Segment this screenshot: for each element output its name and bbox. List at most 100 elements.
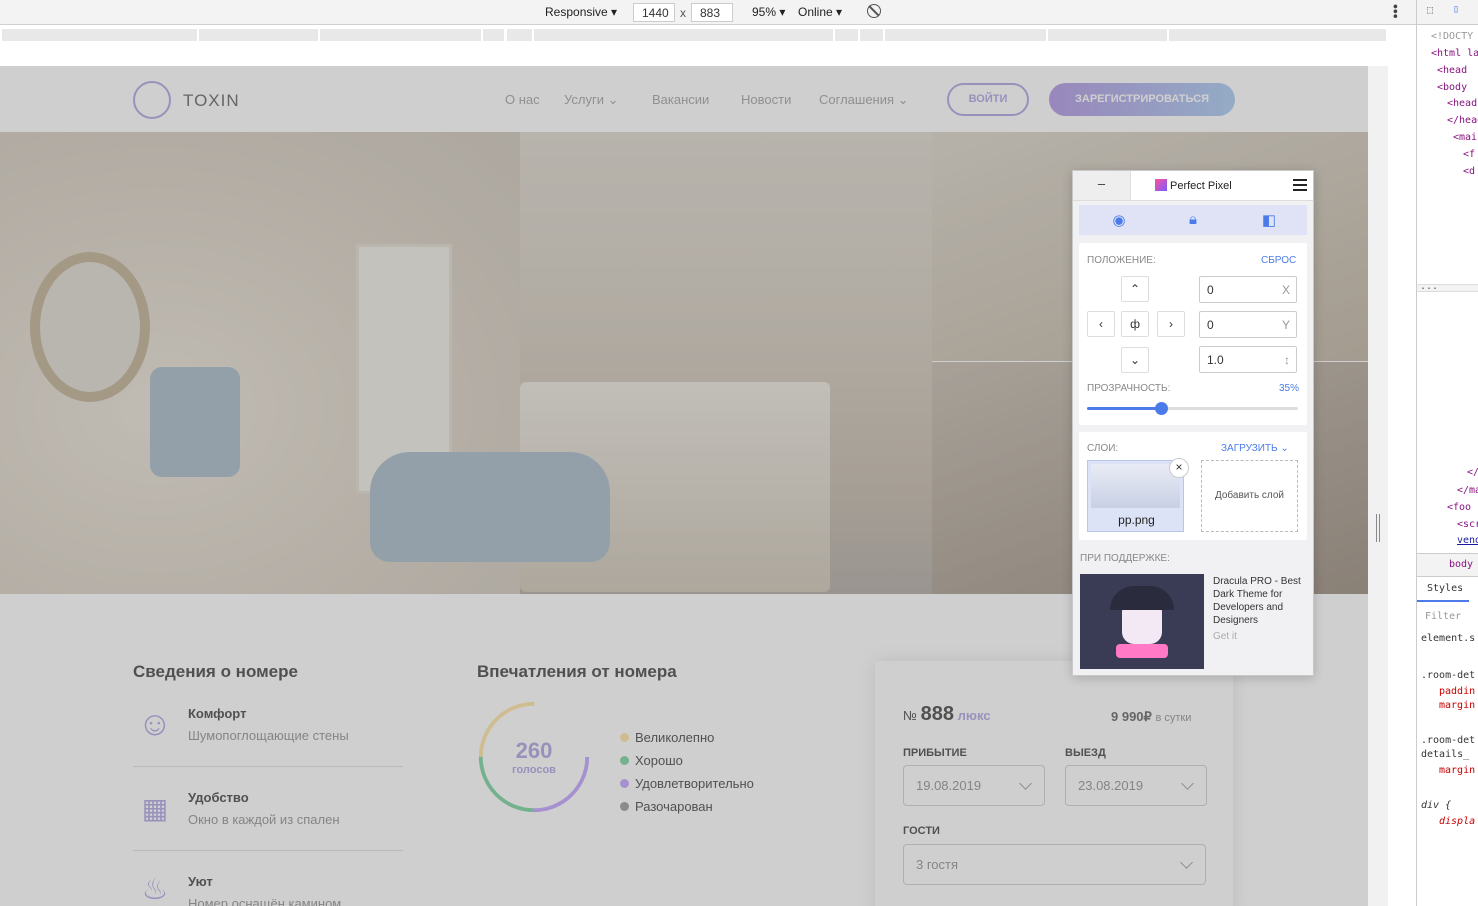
nav-services[interactable]: Услуги ⌄ <box>564 92 619 108</box>
dom-line[interactable]: </ma <box>1457 485 1478 496</box>
style-rule[interactable]: details_ <box>1421 749 1469 760</box>
inspect-icon[interactable]: ⬚ <box>1427 5 1433 16</box>
page-scrollbar[interactable] <box>1368 66 1388 906</box>
dom-line[interactable]: <scr <box>1457 519 1478 530</box>
dom-line[interactable]: <d <box>1463 166 1475 177</box>
invert-icon[interactable]: ◧ <box>1259 211 1279 229</box>
hamburger-menu-icon[interactable] <box>1293 179 1307 191</box>
layer-item[interactable]: × pp.png <box>1087 458 1189 532</box>
divider <box>133 850 403 851</box>
pp-minimize-button[interactable]: – <box>1073 171 1131 200</box>
ad-text[interactable]: Dracula PRO - Best Dark Theme for Develo… <box>1213 575 1305 627</box>
dom-line[interactable]: <body <box>1437 82 1467 93</box>
scale-input[interactable]: 1.0 ↕ <box>1199 346 1297 373</box>
dimension-separator: x <box>680 6 686 20</box>
move-right-button[interactable]: › <box>1157 311 1185 337</box>
dom-line[interactable]: <f <box>1463 149 1475 160</box>
media-query-bar <box>0 26 1416 44</box>
nav-services-label: Услуги <box>564 92 604 107</box>
dracula-ad-image[interactable] <box>1080 574 1204 669</box>
styles-filter-input[interactable]: Filter <box>1425 611 1461 622</box>
dom-line[interactable]: <head <box>1437 65 1467 76</box>
tab-styles[interactable]: Styles <box>1417 578 1469 602</box>
media-query-segment[interactable] <box>835 29 859 41</box>
style-prop[interactable]: margin <box>1439 765 1475 776</box>
height-input[interactable]: 883 <box>691 3 733 22</box>
style-rule[interactable]: element.s <box>1421 633 1475 644</box>
center-button[interactable]: ф <box>1121 311 1149 337</box>
dom-line[interactable]: <!DOCTY <box>1431 31 1473 42</box>
media-query-segment[interactable] <box>199 29 319 41</box>
guests-field[interactable]: 3 гостя <box>903 844 1206 885</box>
nav-agreements[interactable]: Соглашения ⌄ <box>819 92 909 108</box>
media-query-segment[interactable] <box>885 29 1047 41</box>
add-layer-button[interactable]: Добавить слой <box>1201 460 1298 532</box>
dom-line[interactable]: <head <box>1447 98 1477 109</box>
chevron-left-icon: ‹ <box>1099 317 1103 331</box>
style-rule[interactable]: div { <box>1421 800 1451 811</box>
dom-link[interactable]: vend <box>1457 535 1478 546</box>
media-query-segment[interactable] <box>320 29 482 41</box>
y-input[interactable]: 0Y <box>1199 311 1297 338</box>
style-rule[interactable]: .room-det <box>1421 735 1475 746</box>
nav-vacancies[interactable]: Вакансии <box>652 92 709 107</box>
chevron-down-icon: ⌄ <box>1129 353 1141 367</box>
nav-news[interactable]: Новости <box>741 92 791 107</box>
zoom-select[interactable]: 95% ▾ <box>752 5 785 19</box>
ad-link[interactable]: Get it <box>1213 631 1237 642</box>
throttle-select[interactable]: Online ▾ <box>798 5 842 19</box>
rotate-icon[interactable] <box>867 4 881 18</box>
move-down-button[interactable]: ⌄ <box>1121 347 1149 373</box>
legend-dot <box>620 733 629 742</box>
spinner-icon[interactable]: ↕ <box>1284 353 1290 367</box>
eye-icon[interactable]: ◉ <box>1109 211 1129 229</box>
device-select[interactable]: Responsive ▾ <box>545 5 617 19</box>
dom-line[interactable]: <html la <box>1431 48 1478 59</box>
lock-icon[interactable]: 🔒︎ <box>1183 211 1203 228</box>
more-options-icon[interactable]: ••• <box>1388 4 1404 19</box>
register-button[interactable]: ЗАРЕГИСТРИРОВАТЬСЯ <box>1049 83 1235 116</box>
dom-line[interactable]: <mai <box>1453 132 1477 143</box>
legend-label: Хорошо <box>635 753 683 768</box>
opacity-slider-knob[interactable] <box>1154 402 1168 415</box>
dom-line[interactable]: </ <box>1467 467 1478 478</box>
style-prop[interactable]: paddin <box>1439 686 1475 697</box>
opacity-label: ПРОЗРАЧНОСТЬ: <box>1087 383 1171 394</box>
device-toolbar-icon[interactable]: ▯ <box>1453 4 1459 15</box>
style-rule[interactable]: .room-det <box>1421 670 1475 681</box>
logo-icon[interactable] <box>133 81 171 119</box>
login-button[interactable]: ВОЙТИ <box>947 83 1029 116</box>
media-query-segment[interactable] <box>2 29 198 41</box>
viewport-resize-handle[interactable] <box>1376 514 1380 542</box>
breadcrumb[interactable]: body <box>1417 553 1478 577</box>
devtools-device-toolbar: Responsive ▾ 1440 x 883 95% ▾ Online ▾ •… <box>0 0 1416 25</box>
nav-about[interactable]: О нас <box>505 92 540 107</box>
media-query-segment[interactable] <box>1169 29 1387 41</box>
width-input[interactable]: 1440 <box>633 3 675 22</box>
logo-text[interactable]: TOXIN <box>183 91 240 111</box>
x-input[interactable]: 0X <box>1199 276 1297 303</box>
opacity-slider[interactable] <box>1087 402 1298 415</box>
departure-field[interactable]: 23.08.2019 <box>1065 765 1207 806</box>
move-left-button[interactable]: ‹ <box>1087 311 1115 337</box>
style-prop[interactable]: margin <box>1439 700 1475 711</box>
media-query-segment[interactable] <box>534 29 834 41</box>
close-icon[interactable]: × <box>1169 458 1189 478</box>
pane-separator[interactable]: ... <box>1417 281 1478 292</box>
vampire-hair-icon <box>1110 586 1174 610</box>
media-query-segment[interactable] <box>860 29 884 41</box>
upload-button[interactable]: ЗАГРУЗИТЬ ⌄ <box>1221 443 1289 454</box>
arrival-field[interactable]: 19.08.2019 <box>903 765 1045 806</box>
media-query-segment[interactable] <box>507 29 533 41</box>
media-query-segment[interactable] <box>483 29 505 41</box>
devtools-elements-pane: ⬚ ▯ <!DOCTY <html la <head <body <head <… <box>1416 0 1478 906</box>
dom-line[interactable]: <foo <box>1447 502 1471 513</box>
reset-button[interactable]: СБРОС <box>1261 255 1296 266</box>
dom-line[interactable]: </head <box>1447 115 1478 126</box>
device-label: Responsive <box>545 5 608 19</box>
move-up-button[interactable]: ⌃ <box>1121 276 1149 302</box>
media-query-segment[interactable] <box>1048 29 1168 41</box>
pp-brand-name: Perfect Pixel <box>1170 180 1232 192</box>
style-prop[interactable]: displa <box>1439 816 1475 827</box>
chevron-down-icon: ⌄ <box>607 92 619 107</box>
